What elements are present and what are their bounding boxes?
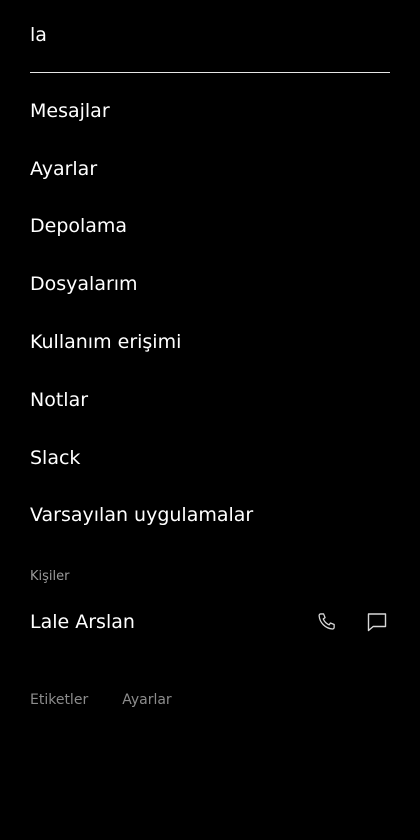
contact-name[interactable]: Lale Arslan bbox=[30, 611, 314, 633]
footer-links: Etiketler Ayarlar bbox=[30, 692, 172, 708]
result-item-dosyalarim[interactable]: Dosyalarım bbox=[30, 255, 390, 313]
search-input[interactable] bbox=[30, 22, 390, 48]
result-item-notlar[interactable]: Notlar bbox=[30, 371, 390, 429]
footer-link-ayarlar[interactable]: Ayarlar bbox=[122, 692, 171, 708]
result-item-mesajlar[interactable]: Mesajlar bbox=[30, 82, 390, 140]
result-item-depolama[interactable]: Depolama bbox=[30, 198, 390, 256]
search-bar bbox=[30, 0, 390, 74]
contact-row[interactable]: Lale Arslan bbox=[30, 600, 390, 644]
message-icon[interactable] bbox=[364, 609, 390, 635]
search-underline bbox=[30, 72, 390, 73]
footer-link-etiketler[interactable]: Etiketler bbox=[30, 692, 88, 708]
phone-icon[interactable] bbox=[314, 609, 340, 635]
search-results-list: Mesajlar Ayarlar Depolama Dosyalarım Kul… bbox=[30, 82, 390, 544]
result-item-varsayilan-uygulamalar[interactable]: Varsayılan uygulamalar bbox=[30, 487, 390, 545]
result-item-kullanim-erisimi[interactable]: Kullanım erişimi bbox=[30, 313, 390, 371]
result-item-slack[interactable]: Slack bbox=[30, 429, 390, 487]
contacts-section-label: Kişiler bbox=[30, 569, 70, 584]
result-item-ayarlar[interactable]: Ayarlar bbox=[30, 140, 390, 198]
